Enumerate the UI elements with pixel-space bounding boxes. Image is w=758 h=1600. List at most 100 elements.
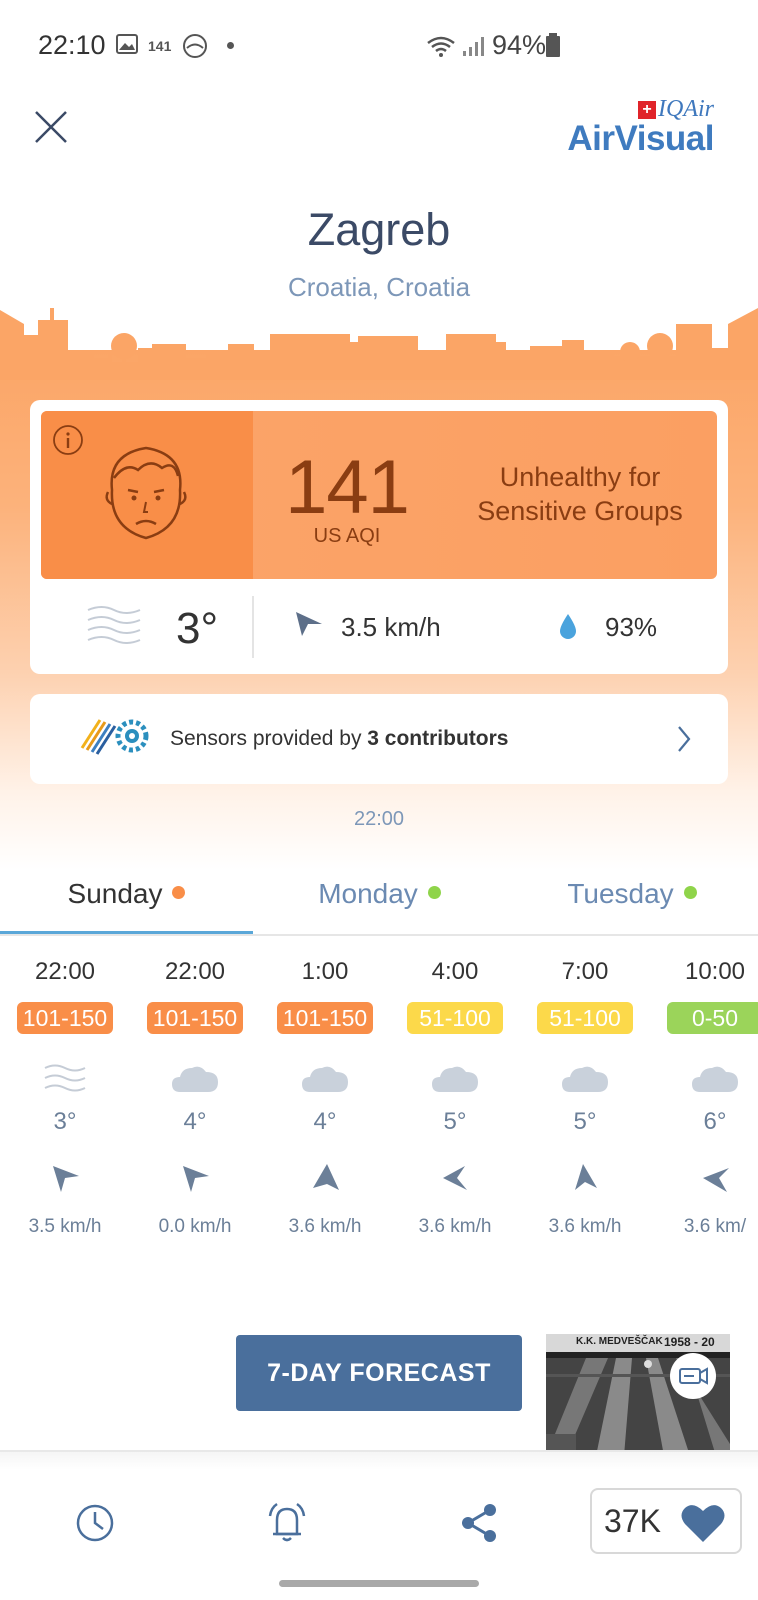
hourly-aqi-badge: 51-100 [537, 1002, 633, 1034]
hourly-aqi-badge: 101-150 [147, 1002, 243, 1034]
video-camera-icon [679, 1367, 708, 1385]
seven-day-forecast-button[interactable]: 7-DAY FORECAST [236, 1335, 522, 1411]
airvisual-status-icon [183, 34, 207, 58]
hourly-time: 22:00 [164, 958, 226, 985]
country-name: Croatia, Croatia [287, 272, 471, 302]
heart-icon [681, 1505, 725, 1542]
hourly-time: 10:00 [684, 958, 746, 985]
tab-divider [0, 934, 758, 936]
current-humidity: 93% [605, 612, 658, 642]
home-indicator [279, 1580, 479, 1587]
wind-direction-icon [296, 612, 322, 636]
hourly-aqi-badge: 101-150 [277, 1002, 373, 1034]
hourly-item: 1:00 101-150 4° 3.6 km/h [270, 952, 380, 1238]
hourly-time: 1:00 [301, 958, 349, 985]
city-skyline [0, 308, 758, 380]
updated-time: 22:00 [353, 808, 405, 830]
cloud-icon [530, 1060, 640, 1100]
hourly-time: 22:00 [34, 958, 96, 985]
hourly-time: 7:00 [561, 958, 609, 985]
aqi-dot [172, 886, 186, 899]
wifi-icon [427, 36, 455, 57]
status-time: 22:10 [38, 30, 106, 60]
wind-direction-icon [270, 1162, 380, 1198]
tab-tuesday[interactable]: Tuesday [506, 878, 758, 936]
hourly-temperature: 5° [573, 1108, 597, 1135]
wind-direction-icon [140, 1162, 250, 1198]
hourly-aqi-badge: 51-100 [407, 1002, 503, 1034]
divider [252, 596, 254, 658]
battery-percent: 94% [492, 30, 547, 60]
likes-count: 37K [604, 1503, 661, 1539]
cloud-icon [270, 1060, 380, 1100]
hourly-item: 22:00 101-150 4° 0.0 km/h [140, 952, 250, 1238]
humidity-drop-icon [560, 614, 576, 639]
hourly-wind: 3.6 km/ [683, 1216, 747, 1237]
aqi-status-line1: Unhealthy for [499, 462, 661, 492]
hourly-temperature: 6° [703, 1108, 727, 1135]
tab-label: Monday [318, 878, 418, 909]
hourly-item: 22:00 101-150 3° 3.5 km/h [10, 952, 120, 1238]
contributors-text: Sensors provided by 3 contributors [170, 727, 509, 750]
cloud-icon [400, 1060, 510, 1100]
aqi-status: Unhealthy for Sensitive Groups [450, 460, 710, 528]
hourly-temperature: 3° [53, 1108, 77, 1135]
cloud-icon [140, 1060, 250, 1100]
hourly-aqi-badge: 101-150 [17, 1002, 113, 1034]
status-bar [0, 0, 758, 92]
hourly-aqi-badge: 0-50 [667, 1002, 758, 1034]
battery-icon [546, 33, 560, 57]
tab-monday[interactable]: Monday [253, 878, 506, 936]
current-temperature: 3° [176, 604, 219, 653]
hourly-wind: 3.6 km/h [418, 1216, 492, 1237]
tab-active-indicator [0, 931, 253, 934]
notification-dot [227, 42, 234, 49]
info-icon[interactable] [52, 424, 84, 456]
camera-banner: K.K. MEDVEŠČAK [576, 1336, 663, 1347]
cloud-icon [660, 1060, 758, 1100]
hourly-item: 7:00 51-100 5° 3.6 km/h [530, 952, 640, 1238]
hourly-wind: 3.5 km/h [28, 1216, 102, 1237]
wind-lines-icon [87, 606, 141, 644]
tab-label: Tuesday [567, 878, 674, 909]
bottom-shade [0, 1452, 758, 1470]
history-clock-icon[interactable] [72, 1500, 118, 1546]
wind-direction-icon [530, 1162, 640, 1198]
alarm-bell-icon[interactable] [264, 1500, 310, 1546]
tab-sunday[interactable]: Sunday [0, 878, 253, 936]
chevron-right-icon[interactable] [676, 724, 692, 754]
share-icon[interactable] [456, 1500, 502, 1546]
aqi-value: 141 [285, 445, 410, 530]
aqi-dot [683, 886, 697, 899]
status-aqi-badge: 141 [148, 38, 172, 54]
gallery-icon [116, 34, 138, 54]
city-name: Zagreb [307, 204, 451, 255]
close-button[interactable] [30, 106, 72, 148]
wind-direction-icon [660, 1162, 758, 1198]
swiss-flag-icon: + [638, 101, 656, 119]
iqair-airvisual-logo: + IQAir AirVisual [567, 96, 714, 159]
aqi-unit: US AQI [313, 525, 381, 547]
hourly-item: 10:00 0-50 6° 3.6 km/ [660, 952, 758, 1238]
sad-face-icon [105, 446, 187, 540]
signal-icon [463, 37, 484, 56]
contributors-count: 3 contributors [367, 727, 509, 750]
brand-airvisual: AirVisual [567, 119, 714, 158]
camera-years: 1958 - 20 [664, 1335, 715, 1349]
contributor-logo-icon [80, 719, 149, 755]
hourly-temperature: 4° [313, 1108, 337, 1135]
hourly-item: 4:00 51-100 5° 3.6 km/h [400, 952, 510, 1238]
hourly-wind: 3.6 km/h [288, 1216, 362, 1237]
wind-direction-icon [10, 1162, 120, 1198]
hourly-wind: 0.0 km/h [158, 1216, 232, 1237]
day-tabs: Sunday Monday Tuesday [0, 878, 758, 938]
aqi-dot [427, 886, 441, 899]
aqi-status-line2: Sensitive Groups [477, 496, 683, 526]
hourly-temperature: 4° [183, 1108, 207, 1135]
hourly-temperature: 5° [443, 1108, 467, 1135]
tab-label: Sunday [67, 878, 163, 909]
current-wind: 3.5 km/h [341, 612, 441, 642]
video-camera-button[interactable] [670, 1353, 716, 1399]
wind-lines-icon [10, 1060, 120, 1100]
hourly-wind: 3.6 km/h [548, 1216, 622, 1237]
